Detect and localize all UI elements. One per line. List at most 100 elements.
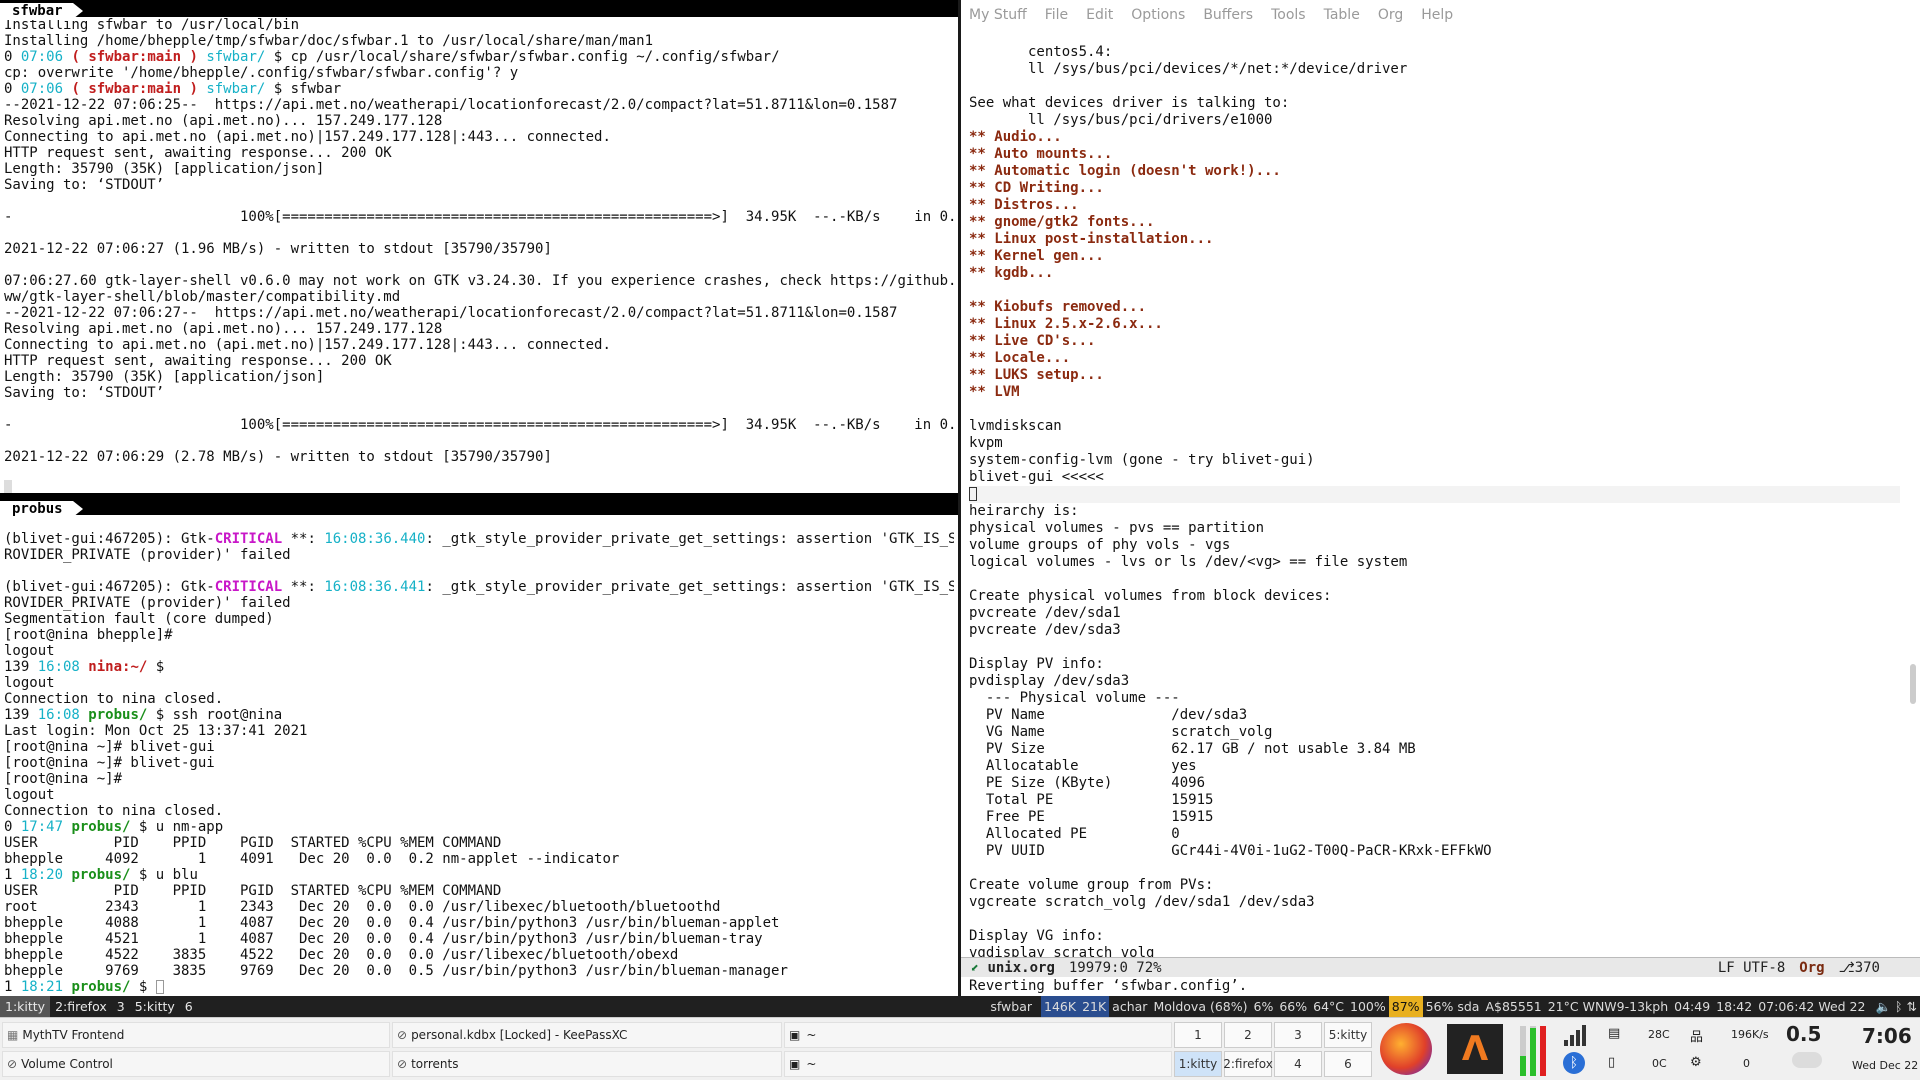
terminal-text: [root@nina ~]# xyxy=(4,771,123,787)
terminal-text: sfwbar/ xyxy=(206,49,266,65)
org-heading[interactable]: ** Linux post-installation... xyxy=(969,231,1900,248)
terminal-text: Connection to nina closed. xyxy=(4,803,224,819)
org-heading[interactable]: ** Distros... xyxy=(969,197,1900,214)
emacs-minibuffer[interactable]: Reverting buffer ‘sfwbar.config’. xyxy=(969,978,1247,995)
pager-workspace[interactable]: 6 xyxy=(1324,1051,1372,1077)
clock-time[interactable]: 7:06 xyxy=(1862,1024,1912,1048)
org-heading[interactable]: ** Kernel gen... xyxy=(969,248,1900,265)
org-heading[interactable]: ** Audio... xyxy=(969,129,1900,146)
buffer-line: Display PV info: xyxy=(969,656,1104,672)
menu-item-file[interactable]: File xyxy=(1045,7,1068,23)
menu-item-table[interactable]: Table xyxy=(1324,7,1360,23)
bluetooth-icon: ᛒ xyxy=(1895,999,1903,1014)
org-heading[interactable]: ** gnome/gtk2 fonts... xyxy=(969,214,1900,231)
pager-workspace[interactable]: 5:kitty xyxy=(1324,1022,1372,1048)
modeline-major-mode[interactable]: Org xyxy=(1799,960,1824,976)
workspace-button[interactable]: 2:firefox xyxy=(50,996,112,1017)
workspace-button[interactable]: 3 xyxy=(112,996,130,1017)
modeline-position: 19979:0 72% xyxy=(1068,959,1162,976)
terminal-text: (blivet-gui:467205): Gtk- xyxy=(4,531,215,547)
terminal-text: HTTP request sent, awaiting response... … xyxy=(4,353,392,369)
pager-workspace[interactable]: 2:firefox xyxy=(1223,1051,1273,1077)
menu-item-org[interactable]: Org xyxy=(1378,7,1403,23)
menu-item-tools[interactable]: Tools xyxy=(1271,7,1306,23)
terminal-text: Connecting to api.met.no (api.met.no)|15… xyxy=(4,337,611,353)
org-heading[interactable]: ** LUKS setup... xyxy=(969,367,1900,384)
task-terminal[interactable]: ▣ ~ xyxy=(784,1022,1172,1048)
terminal-line: bhepple 4092 1 4091 Dec 20 0.0 0.2 nm-ap… xyxy=(4,851,954,867)
terminal-line: ww/gtk-layer-shell/blob/master/compatibi… xyxy=(4,289,954,305)
terminal-pane-sfwbar[interactable]: sfwbar Installing sfwbar to /usr/local/b… xyxy=(0,0,958,497)
org-heading[interactable]: ** Kiobufs removed... xyxy=(969,299,1900,316)
terminal-text: (blivet-gui:467205): Gtk- xyxy=(4,579,215,595)
buffer-line xyxy=(969,78,1900,95)
org-heading[interactable]: ** Linux 2.5.x-2.6.x... xyxy=(969,316,1900,333)
menu-item-help[interactable]: Help xyxy=(1421,7,1453,23)
block-icon: ⊘ xyxy=(7,1057,18,1071)
task-keepassxc[interactable]: ⊘ personal.kdbx [Locked] - KeePassXC xyxy=(392,1022,782,1048)
pager-workspace[interactable]: 4 xyxy=(1274,1051,1322,1077)
modeline-buffer-name: unix.org xyxy=(987,959,1055,976)
terminal-output[interactable]: (blivet-gui:467205): Gtk-CRITICAL **: 16… xyxy=(0,515,958,995)
status-item: 6% xyxy=(1253,999,1274,1014)
terminal-pane-probus[interactable]: probus (blivet-gui:467205): Gtk-CRITICAL… xyxy=(0,498,958,996)
terminal-text: bhepple 9769 3835 9769 Dec 20 0.0 0.5 /u… xyxy=(4,963,788,979)
workspace-button[interactable]: 6 xyxy=(180,996,198,1017)
firefox-icon[interactable] xyxy=(1380,1023,1432,1075)
terminal-text: 139 xyxy=(4,659,38,675)
pager-workspace[interactable]: 1 xyxy=(1174,1022,1222,1048)
org-heading[interactable]: ** Automatic login (doesn't work!)... xyxy=(969,163,1900,180)
clock-date[interactable]: Wed Dec 22 xyxy=(1852,1059,1918,1072)
pager-workspace[interactable]: 1:kitty xyxy=(1174,1051,1222,1077)
task-torrents[interactable]: ⊘ torrents xyxy=(392,1051,782,1077)
menu-item-my-stuff[interactable]: My Stuff xyxy=(969,7,1027,23)
task-volume-control[interactable]: ⊘ Volume Control xyxy=(2,1051,390,1077)
org-heading[interactable]: ** Live CD's... xyxy=(969,333,1900,350)
org-heading[interactable]: ** kgdb... xyxy=(969,265,1900,282)
emacs-buffer-text[interactable]: centos5.4: ll /sys/bus/pci/devices/*/net… xyxy=(969,44,1900,962)
workspace-button[interactable]: 1:kitty xyxy=(0,996,51,1017)
emacs-window[interactable]: My Stuff File Edit Options Buffers Tools Table… xyxy=(961,0,1920,996)
other-temp: 0C xyxy=(1652,1057,1667,1070)
terminal-text: 07:06 xyxy=(20,49,64,65)
terminal-text: 16:08:36.440 xyxy=(324,531,426,547)
terminal-text: : _gtk_style_provider_private_get_settin… xyxy=(425,579,954,595)
emacs-scrollbar[interactable] xyxy=(1910,664,1916,704)
menu-item-options[interactable]: Options xyxy=(1131,7,1185,23)
terminal-line: ROVIDER_PRIVATE (provider)' failed xyxy=(4,595,954,611)
block-icon: ⊘ xyxy=(397,1057,408,1071)
task-mythtv[interactable]: ▦ MythTV Frontend xyxy=(2,1022,390,1048)
tray-icons[interactable]: 🔈 ᛒ ⇅ xyxy=(1872,996,1920,1017)
bluetooth-icon[interactable]: ᛒ xyxy=(1563,1052,1585,1074)
terminal-text: 16:08 xyxy=(37,659,80,675)
pager-workspace[interactable]: 3 xyxy=(1274,1022,1322,1048)
terminal-line: 139 16:08 nina:~/ $ xyxy=(4,659,954,675)
terminal-line: Saving to: ‘STDOUT’ xyxy=(4,385,954,401)
org-heading[interactable]: ** LVM xyxy=(969,384,1900,401)
pager-workspace[interactable]: 2 xyxy=(1224,1022,1272,1048)
terminal-text: 18:20 xyxy=(20,867,64,883)
buffer-line: Allocatable yes xyxy=(969,758,1197,774)
alacritty-icon[interactable]: Λ xyxy=(1447,1024,1503,1074)
network-signal-icon[interactable] xyxy=(1562,1024,1586,1046)
org-heading[interactable]: ** Auto mounts... xyxy=(969,146,1900,163)
menu-item-buffers[interactable]: Buffers xyxy=(1203,7,1253,23)
terminal-line: 0 07:06 ( sfwbar:main ) sfwbar/ $ sfwbar xyxy=(4,81,954,97)
modeline-vc-revision: 370 xyxy=(1854,959,1880,976)
task-label: MythTV Frontend xyxy=(22,1028,125,1042)
terminal-line: [root@nina bhepple]# xyxy=(4,627,954,643)
org-heading[interactable]: ** CD Writing... xyxy=(969,180,1900,197)
status-item: 18:42 xyxy=(1716,999,1753,1014)
speaker-icon: 🔈 xyxy=(1875,999,1892,1014)
terminal-output[interactable]: Installing sfwbar to /usr/local/bin Insta… xyxy=(0,17,958,465)
menu-item-edit[interactable]: Edit xyxy=(1086,7,1113,23)
workspace-button[interactable]: 5:kitty xyxy=(130,996,180,1017)
terminal-line: Installing sfwbar to /usr/local/bin xyxy=(4,17,954,33)
task-terminal[interactable]: ▣ ~ xyxy=(784,1051,1172,1077)
terminal-text: [root@nina bhepple]# xyxy=(4,627,173,643)
org-heading[interactable]: ** Locale... xyxy=(969,350,1900,367)
terminal-text: Saving to: ‘STDOUT’ xyxy=(4,385,165,401)
buffer-line: PV UUID GCr44i-4V0i-1uG2-T00Q-PaCR-KRxk-… xyxy=(969,843,1492,859)
